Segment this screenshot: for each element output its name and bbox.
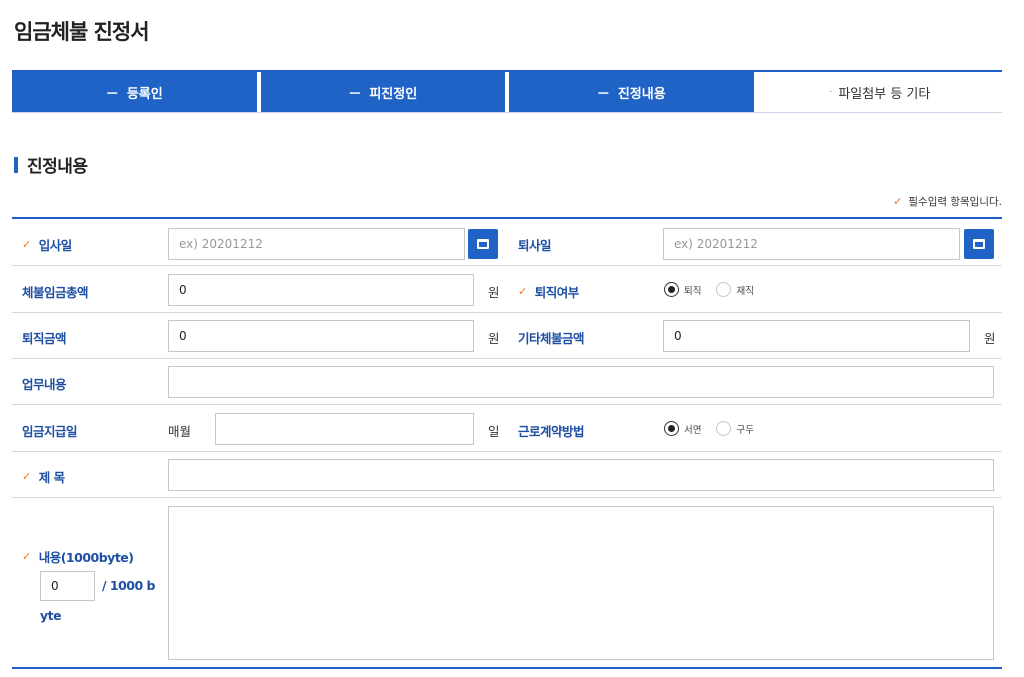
contract-method-label-text: 근로계약방법 [518, 424, 585, 439]
hire-date-input[interactable]: ex) 20201212 [168, 228, 465, 260]
contract-method-label: 근로계약방법 [518, 421, 585, 440]
subject-label-text: 제 목 [38, 470, 65, 485]
tab-attachments[interactable]: · 파일첨부 등 기타 [757, 72, 1002, 112]
other-unpaid-input[interactable]: 0 [663, 320, 970, 352]
section-bar [14, 156, 18, 173]
page-title: 임금체불 진정서 [14, 20, 150, 44]
row-severance: 퇴직금액 0 원 기타체불금액 0 원 [12, 313, 1002, 359]
tab-label: 파일첨부 등 기타 [838, 86, 931, 102]
row-pay-day: 임금지급일 매월 일 근로계약방법 서면 구두 [12, 405, 1002, 452]
row-job-desc: 업무내용 [12, 359, 1002, 405]
tab-respondent[interactable]: － 피진정인 [260, 72, 505, 112]
tab-label: 피진정인 [369, 86, 418, 102]
job-desc-label-text: 업무내용 [22, 377, 67, 392]
total-unpaid-label: 체불임금총액 [22, 282, 89, 301]
required-note: ✓ 필수입력 항목입니다. [893, 194, 1002, 209]
step-tabs: － 등록인 － 피진정인 － 진정내용 · 파일첨부 등 기타 [12, 70, 1002, 113]
check-icon: ✓ [893, 195, 903, 208]
pay-day-prefix: 매월 [168, 424, 192, 439]
check-icon: ✓ [518, 285, 527, 298]
hire-date-label-text: 입사일 [38, 238, 73, 253]
radio-retired-label: 퇴직 [684, 285, 702, 297]
radio-employed[interactable] [716, 282, 732, 297]
severance-input[interactable]: 0 [168, 320, 474, 352]
retired-label: ✓ 퇴직여부 [518, 282, 579, 301]
retired-radio-group: 퇴직 재직 [664, 282, 769, 297]
subject-input[interactable] [168, 459, 994, 491]
content-label-text: 내용(1000byte) [38, 550, 134, 565]
byte-count-input[interactable]: 0 [40, 571, 95, 601]
required-note-text: 필수입력 항목입니다. [908, 196, 1002, 208]
total-unpaid-unit: 원 [488, 285, 500, 300]
leave-date-label-text: 퇴사일 [518, 238, 552, 253]
row-unpaid-total: 체불임금총액 0 원 ✓ 퇴직여부 퇴직 재직 [12, 266, 1002, 313]
check-icon: ✓ [22, 470, 31, 483]
hire-date-label: ✓ 입사일 [22, 235, 72, 254]
row-dates: ✓ 입사일 ex) 20201212 퇴사일 ex) 20201212 [12, 219, 1002, 266]
hire-date-calendar-button[interactable] [468, 229, 498, 259]
section-title: 진정내용 [14, 152, 88, 177]
job-desc-label: 업무내용 [22, 374, 67, 393]
radio-oral-label: 구두 [736, 424, 754, 436]
tab-prefix: － [105, 86, 119, 102]
calendar-icon [973, 239, 985, 249]
subject-label: ✓ 제 목 [22, 467, 65, 486]
tab-label: 진정내용 [617, 86, 666, 102]
pay-day-input[interactable] [215, 413, 474, 445]
pay-day-unit: 일 [488, 424, 500, 439]
retired-label-text: 퇴직여부 [534, 285, 580, 300]
radio-employed-label: 재직 [736, 285, 754, 297]
other-unpaid-label: 기타체불금액 [518, 328, 585, 347]
row-content: ✓ 내용(1000byte) 0 / 1000 b yte [12, 498, 1002, 669]
radio-written-label: 서면 [684, 424, 702, 436]
other-unpaid-label-text: 기타체불금액 [518, 331, 585, 346]
content-label: ✓ 내용(1000byte) [22, 547, 134, 566]
petition-form: ✓ 입사일 ex) 20201212 퇴사일 ex) 20201212 체불임금… [12, 217, 1002, 669]
radio-written[interactable] [664, 421, 679, 436]
byte-limit-text-wrap: yte [40, 608, 62, 623]
severance-label: 퇴직금액 [22, 328, 67, 347]
leave-date-label: 퇴사일 [518, 235, 552, 254]
radio-oral[interactable] [716, 421, 732, 436]
job-desc-input[interactable] [168, 366, 994, 398]
contract-method-radio-group: 서면 구두 [664, 421, 769, 436]
total-unpaid-input[interactable]: 0 [168, 274, 474, 306]
section-title-text: 진정내용 [27, 157, 88, 177]
tab-petition-content[interactable]: － 진정내용 [509, 72, 754, 112]
total-unpaid-label-text: 체불임금총액 [22, 285, 89, 300]
tab-prefix: － [348, 86, 362, 102]
check-icon: ✓ [22, 550, 31, 563]
pay-day-label-text: 임금지급일 [22, 424, 78, 439]
other-unpaid-unit: 원 [984, 331, 996, 346]
check-icon: ✓ [22, 238, 31, 251]
tab-label: 등록인 [126, 86, 163, 102]
row-subject: ✓ 제 목 [12, 452, 1002, 498]
radio-retired[interactable] [664, 282, 679, 297]
severance-unit: 원 [488, 331, 500, 346]
calendar-icon [477, 239, 489, 249]
pay-day-label: 임금지급일 [22, 421, 78, 440]
tab-registrant[interactable]: － 등록인 [12, 72, 257, 112]
tab-prefix: － [596, 86, 610, 102]
content-textarea[interactable] [168, 506, 994, 660]
byte-limit-text: / 1000 b [102, 578, 156, 593]
leave-date-input[interactable]: ex) 20201212 [663, 228, 960, 260]
tab-prefix: · [829, 86, 833, 98]
severance-label-text: 퇴직금액 [22, 331, 67, 346]
leave-date-calendar-button[interactable] [964, 229, 994, 259]
